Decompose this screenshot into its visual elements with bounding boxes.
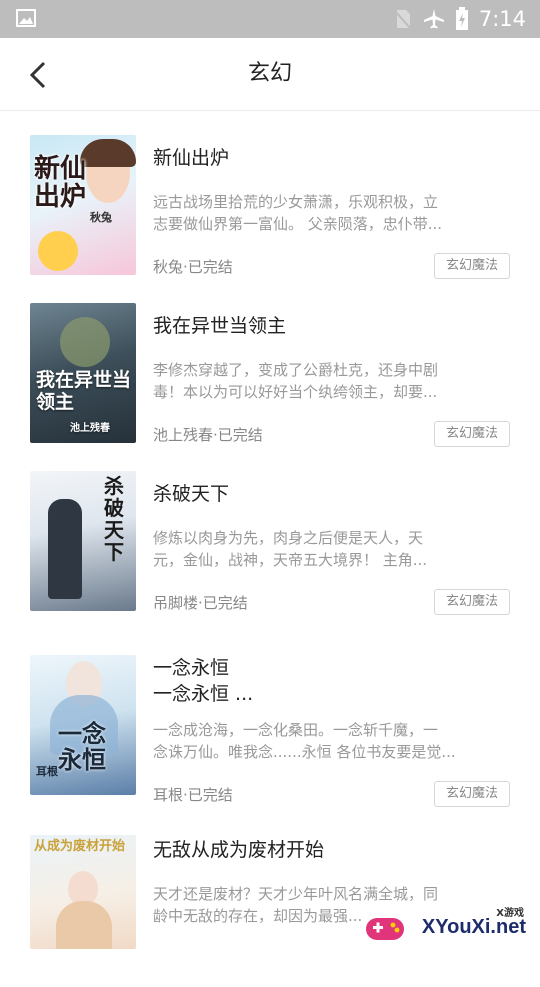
book-cover[interactable]: 杀破天下 [30, 471, 136, 611]
cover-art [60, 317, 110, 367]
cover-author: 池上残春 [70, 423, 110, 434]
book-category-tag[interactable]: 玄幻魔法 [434, 253, 510, 279]
book-category-tag[interactable]: 玄幻魔法 [434, 781, 510, 807]
cover-title: 杀破天下 [104, 474, 124, 564]
cover-art-robe [56, 901, 112, 949]
book-description: 李修杰穿越了，变成了公爵杜克，还身中剧 毒！本以为可以好好当个纨绔领主，却要..… [153, 359, 508, 403]
description-line: 志要做仙界第一富仙。 父亲陨落，忠仆带... [153, 215, 443, 233]
book-title[interactable]: 我在异世当领主 [153, 313, 510, 339]
book-item[interactable]: 一念永恒 耳根 一念永恒 一念永恒 ... 一念成沧海，一念化桑田。一念斩千魔，… [0, 615, 540, 807]
book-cover[interactable]: 一念永恒 耳根 [30, 655, 136, 795]
book-meta: 耳根·已完结 [153, 786, 233, 804]
book-item[interactable]: 从成为废材开始 无敌从成为废材开始 天才还是废材？天才少年叶风名满全城，同 龄中… [0, 807, 540, 987]
status-time: 7:14 [478, 7, 526, 31]
book-description: 修炼以肉身为先，肉身之后便是天人，天 元，金仙，战神，天帝五大境界！ 主角... [153, 527, 508, 571]
no-sim-icon [394, 10, 412, 30]
book-meta: 池上残春·已完结 [153, 426, 263, 444]
book-category-tag[interactable]: 玄幻魔法 [434, 421, 510, 447]
description-line: 天才还是废材？天才少年叶风名满全城，同 [153, 885, 439, 903]
book-cover[interactable]: 从成为废材开始 [30, 835, 136, 949]
description-line: 念诛万仙。唯我念......永恒 各位书友要是觉... [153, 743, 456, 761]
cover-author: 耳根 [36, 765, 58, 778]
book-cover[interactable]: 新仙出炉 秋兔 [30, 135, 136, 275]
description-line: 远古战场里拾荒的少女萧潇，乐观积极，立 [153, 193, 439, 211]
page-title: 玄幻 [247, 61, 292, 86]
description-line: 修炼以肉身为先，肉身之后便是天人，天 [153, 529, 424, 547]
cover-art [48, 499, 82, 599]
book-item[interactable]: 新仙出炉 秋兔 新仙出炉 远古战场里拾荒的少女萧潇，乐观积极，立 志要做仙界第一… [0, 111, 540, 279]
book-description: 一念成沧海，一念化桑田。一念斩千魔，一 念诛万仙。唯我念......永恒 各位书… [153, 719, 508, 763]
book-category-tag[interactable]: 玄幻魔法 [434, 589, 510, 615]
book-meta: 吊脚楼·已完结 [153, 594, 248, 612]
status-bar: 7:14 [0, 0, 540, 38]
cover-title: 我在异世当领主 [36, 369, 132, 413]
app-header: 玄幻 [0, 38, 540, 111]
book-title[interactable]: 杀破天下 [153, 481, 510, 507]
description-line: 元，金仙，战神，天帝五大境界！ 主角... [153, 551, 428, 569]
cover-author: 秋兔 [90, 211, 112, 224]
description-line: 李修杰穿越了，变成了公爵杜克，还身中剧 [153, 361, 439, 379]
book-list: 新仙出炉 秋兔 新仙出炉 远古战场里拾荒的少女萧潇，乐观积极，立 志要做仙界第一… [0, 111, 540, 987]
description-line: 一念成沧海，一念化桑田。一念斩千魔，一 [153, 721, 439, 739]
book-title[interactable]: 新仙出炉 [153, 145, 510, 171]
book-description: 远古战场里拾荒的少女萧潇，乐观积极，立 志要做仙界第一富仙。 父亲陨落，忠仆带.… [153, 191, 508, 235]
book-title[interactable]: 一念永恒 一念永恒 ... [153, 655, 510, 707]
book-title-line: 一念永恒 ... [153, 683, 254, 705]
gamepad-logo-icon [366, 918, 404, 940]
cover-title: 新仙出炉 [34, 154, 87, 212]
cover-badge [38, 231, 78, 271]
book-cover[interactable]: 我在异世当领主 池上残春 [30, 303, 136, 443]
book-title-line: 一念永恒 [153, 657, 230, 679]
battery-charging-icon [455, 7, 468, 30]
watermark-site: XYouXi.net [421, 916, 526, 938]
cover-title: 一念永恒 [58, 720, 106, 774]
book-title[interactable]: 无敌从成为废材开始 [153, 837, 510, 863]
airplane-icon [423, 9, 444, 29]
book-item[interactable]: 杀破天下 杀破天下 修炼以肉身为先，肉身之后便是天人，天 元，金仙，战神，天帝五… [0, 447, 540, 615]
description-line: 毒！本以为可以好好当个纨绔领主，却要... [153, 383, 438, 401]
image-icon [16, 9, 36, 27]
cover-title: 从成为废材开始 [34, 839, 126, 854]
book-item[interactable]: 我在异世当领主 池上残春 我在异世当领主 李修杰穿越了，变成了公爵杜克，还身中剧… [0, 279, 540, 447]
book-meta: 秋兔·已完结 [153, 258, 233, 276]
site-watermark: X游戏 XYouXi.net [364, 904, 534, 950]
